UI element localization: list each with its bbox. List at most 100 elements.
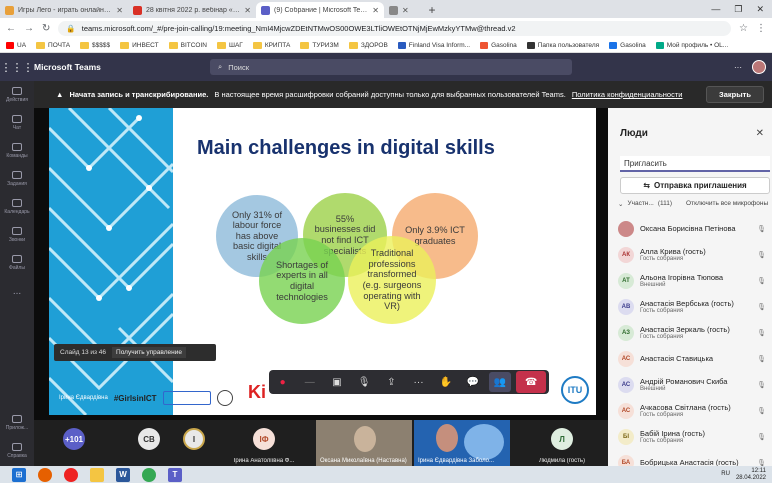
participant-video-1[interactable]: Оксана Миколаївна (Наставна)	[316, 420, 412, 466]
close-tab-icon[interactable]: ✕	[372, 6, 379, 15]
mic-off-icon[interactable]: 🎙	[353, 372, 375, 392]
url-field[interactable]: 🔒 teams.microsoft.com/_#/pre-join-calling…	[58, 20, 732, 36]
share-screen-icon[interactable]: ⇪	[380, 372, 402, 392]
new-tab-button[interactable]: +	[424, 2, 440, 18]
slide-counter: Слайд 13 из 46	[60, 349, 107, 356]
forward-icon[interactable]: →	[24, 23, 34, 34]
app-launcher-icon[interactable]: ⋮⋮⋮	[0, 61, 34, 74]
rail-item-chat[interactable]: Чат	[0, 109, 34, 137]
teams-favicon-icon	[261, 5, 270, 15]
rail-item-teams[interactable]: Команды	[0, 137, 34, 165]
bookmark-ua[interactable]: UA	[6, 41, 26, 49]
participant-tile[interactable]: ІФ Ірина Анатоліївна Ф...	[214, 422, 314, 466]
firefox-icon[interactable]	[38, 467, 52, 482]
bookmark-gasolina-2[interactable]: Gasolina	[609, 41, 646, 49]
chat-icon[interactable]: 💬	[462, 372, 484, 392]
list-item[interactable]: БІ Бабій Ірина (гость) Гость собрания 🎙	[618, 424, 772, 450]
more-actions-icon[interactable]: ···	[408, 372, 430, 392]
rail-item-more[interactable]: ...	[0, 277, 34, 305]
bookmark-folder[interactable]: ТУРИЗМ	[300, 41, 339, 49]
start-icon[interactable]: ⊞	[12, 467, 26, 482]
star-icon[interactable]: ☆	[739, 23, 748, 34]
rail-item-assignments[interactable]: Задания	[0, 165, 34, 193]
bookmark-finland[interactable]: Finland Visa Inform...	[397, 41, 470, 49]
chevron-down-icon[interactable]: ⌄	[618, 200, 623, 208]
yandex-icon[interactable]	[64, 467, 78, 482]
take-control-button[interactable]: Получить управление	[112, 347, 186, 358]
list-item[interactable]: АС Андрій Романович Скиба Внешний 🎙	[618, 372, 772, 398]
rail-item-help[interactable]: Справка	[0, 437, 34, 465]
chrome-icon[interactable]	[142, 467, 156, 482]
reload-icon[interactable]: ↻	[42, 23, 50, 34]
language-indicator[interactable]: RU	[721, 471, 730, 478]
close-tab-icon[interactable]: ✕	[402, 6, 409, 15]
bookmark-folder[interactable]: КРИПТА	[252, 41, 290, 49]
rail-item-files[interactable]: Файлы	[0, 249, 34, 277]
bookmark-folder[interactable]: $$$$$	[80, 41, 110, 49]
teams-icon[interactable]: T	[168, 467, 182, 482]
rail-item-calendar[interactable]: Календарь	[0, 193, 34, 221]
raise-hand-icon[interactable]: ✋	[435, 372, 457, 392]
explorer-icon[interactable]	[90, 467, 104, 482]
list-item[interactable]: АТ Альона Ігорівна Тюпова Внешний 🎙	[618, 268, 772, 294]
participant-tile[interactable]: Л Людмила (гость)	[512, 422, 612, 466]
slide-footer-logos: Ірина Єдвардівна #GirlsinICT	[59, 390, 233, 406]
participant-tile[interactable]: СВ	[129, 422, 169, 466]
participant-tile[interactable]: І	[174, 422, 214, 466]
rail-item-apps[interactable]: Прилож...	[0, 409, 34, 437]
close-banner-button[interactable]: Закрыть	[706, 86, 764, 103]
browser-tab-2[interactable]: 28 квітня 2022 р. вебінар «Гендер»✕	[128, 2, 256, 18]
rail-item-calls[interactable]: Звонки	[0, 221, 34, 249]
back-icon[interactable]: ←	[6, 23, 16, 34]
invite-input[interactable]: Пригласить	[620, 156, 770, 172]
close-icon[interactable]: ✕	[756, 128, 764, 139]
folder-icon	[300, 41, 310, 49]
hang-up-button[interactable]: ☎	[516, 371, 547, 393]
list-item[interactable]: АС Ачкасова Світлана (гость) Гость собрани…	[618, 398, 772, 424]
maximize-icon[interactable]: ❐	[734, 4, 742, 15]
record-icon[interactable]: ●	[272, 372, 294, 392]
mic-muted-icon: 🎙	[757, 408, 766, 415]
avatar[interactable]	[752, 60, 766, 74]
bookmark-folder[interactable]: ПОЧТА	[36, 41, 70, 49]
participant-video-2[interactable]: Ірина Єдвардівна Заболо...	[414, 420, 510, 466]
list-item[interactable]: Оксана Борисівна Петінова 🎙	[618, 216, 772, 242]
participants-icon[interactable]: 👥	[489, 372, 512, 392]
minimize-icon[interactable]: —	[711, 4, 720, 14]
clock[interactable]: 12:11 28.04.2022	[736, 468, 766, 481]
bookmark-folder[interactable]: ЗДОРОВ	[348, 41, 388, 49]
search-input[interactable]: ⌕ Поиск	[210, 59, 572, 75]
camera-off-icon[interactable]: ▣	[326, 372, 348, 392]
list-item[interactable]: АЗ Анастасія Зеркаль (гость) Гость собрани…	[618, 320, 772, 346]
mute-all-button[interactable]: Отключить все микрофоны	[686, 200, 768, 208]
bookmark-user-folder[interactable]: Папка пользователя	[526, 41, 599, 49]
rail-item-activity[interactable]: Действия	[0, 81, 34, 109]
bookmark-profile[interactable]: Мой профиль • OL...	[655, 41, 728, 49]
overflow-participants-tile[interactable]: +101	[54, 422, 94, 466]
privacy-link[interactable]: Политика конфиденциальности	[572, 90, 683, 99]
app-title: Microsoft Teams	[34, 62, 101, 72]
list-item[interactable]: АВ Анастасія Вербська (гость) Гость собран…	[618, 294, 772, 320]
folder-icon	[348, 41, 358, 49]
browser-tab-1[interactable]: Игры Лего - играть онлайн бесплатно✕	[0, 2, 128, 18]
bookmark-gasolina[interactable]: Gasolina	[480, 41, 517, 49]
recording-banner: ▲ Начата запись и транскрибирование. В н…	[34, 81, 772, 108]
top-right-controls: ···	[734, 60, 772, 74]
close-tab-icon[interactable]: ✕	[244, 6, 251, 15]
mic-muted-icon: 🎙	[757, 304, 766, 311]
browser-tab-3[interactable]: (9) Собрание | Microsoft Teams ✕	[256, 2, 384, 18]
youtube-icon	[6, 41, 14, 49]
bell-icon	[12, 87, 22, 95]
bookmark-folder[interactable]: ИНВЕСТ	[120, 41, 159, 49]
list-item[interactable]: АС Анастасія Ставицька 🎙	[618, 346, 772, 372]
bookmark-folder[interactable]: ШАГ	[217, 41, 243, 49]
word-icon[interactable]: W	[116, 467, 130, 482]
close-tab-icon[interactable]: ✕	[116, 6, 123, 15]
more-dots-icon[interactable]: ···	[734, 63, 742, 72]
share-invite-button[interactable]: ⇆ Отправка приглашения	[620, 177, 770, 194]
close-window-icon[interactable]: ✕	[756, 4, 764, 15]
list-item[interactable]: АК Алла Крива (гость) Гость собрания 🎙	[618, 242, 772, 268]
browser-tab-4[interactable]: ✕	[384, 2, 424, 18]
menu-dots-icon[interactable]: ⋮	[756, 23, 766, 34]
bookmark-folder[interactable]: BITCOIN	[168, 41, 207, 49]
